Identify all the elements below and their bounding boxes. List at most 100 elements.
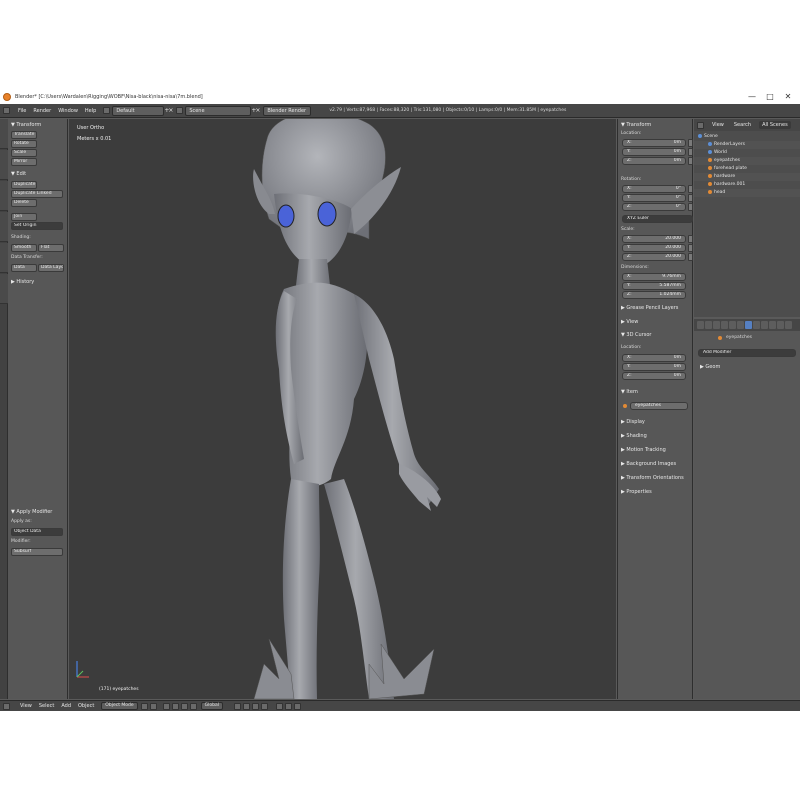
history-panel-title[interactable]: ▶ History bbox=[11, 279, 34, 285]
smooth-button[interactable]: Smooth bbox=[11, 244, 37, 252]
dimensions-y-field[interactable]: Y: 5.587mm bbox=[622, 282, 686, 290]
rotation-y-lock-icon[interactable] bbox=[688, 194, 693, 202]
scale-manipulator-icon[interactable] bbox=[189, 702, 197, 710]
rotate-manipulator-icon[interactable] bbox=[180, 702, 188, 710]
location-z-lock-icon[interactable] bbox=[688, 157, 693, 165]
tab-grease-pencil[interactable] bbox=[0, 274, 8, 304]
menu-add[interactable]: Add bbox=[61, 703, 71, 709]
proportional-edit-icon[interactable] bbox=[276, 702, 284, 710]
editor-type-icon[interactable] bbox=[3, 107, 10, 114]
scene-select[interactable]: Scene bbox=[185, 105, 252, 116]
rotation-y-field[interactable]: Y: 0° bbox=[622, 194, 686, 202]
render-engine-select[interactable]: Blender Render bbox=[263, 105, 312, 116]
3d-viewport[interactable]: User Ortho Meters x 0.01 (171) eyepatche… bbox=[69, 119, 616, 699]
tab-tools[interactable] bbox=[0, 119, 8, 149]
location-y-field[interactable]: Y: 0m bbox=[622, 148, 686, 156]
location-x-lock-icon[interactable] bbox=[688, 139, 693, 147]
scene-tab-icon[interactable] bbox=[713, 321, 720, 329]
layer-button-1-icon[interactable] bbox=[234, 702, 242, 710]
item-name-field[interactable]: eyepatches bbox=[630, 402, 688, 410]
layer-button-3-icon[interactable] bbox=[252, 702, 260, 710]
rotation-mode-select[interactable]: XYZ Euler bbox=[622, 215, 693, 223]
screen-layout-select[interactable]: Default bbox=[112, 105, 165, 116]
item-panel-title[interactable]: ▼ Item bbox=[621, 389, 638, 395]
rotate-button[interactable]: Rotate bbox=[11, 140, 37, 148]
layer-button-4-icon[interactable] bbox=[261, 702, 269, 710]
dimensions-x-field[interactable]: X: 9.76mm bbox=[622, 273, 686, 281]
menu-window[interactable]: Window bbox=[58, 108, 78, 114]
outliner-filter-select[interactable]: All Scenes bbox=[759, 121, 791, 129]
physics-tab-icon[interactable] bbox=[785, 321, 792, 329]
modifiers-tab-icon[interactable] bbox=[745, 321, 752, 329]
snap-icon[interactable] bbox=[285, 702, 293, 710]
mirror-button[interactable]: Mirror bbox=[11, 158, 37, 166]
viewport-type-icon[interactable] bbox=[3, 702, 10, 710]
outliner-row-renderlayers[interactable]: RenderLayers bbox=[694, 141, 800, 149]
scale-x-field[interactable]: X: 20.000 bbox=[622, 235, 686, 243]
menu-file[interactable]: File bbox=[18, 108, 26, 114]
location-y-lock-icon[interactable] bbox=[688, 148, 693, 156]
pivot-icon[interactable] bbox=[149, 702, 157, 710]
rotation-z-lock-icon[interactable] bbox=[688, 203, 693, 211]
data-layout-button[interactable]: Data Layo bbox=[38, 264, 64, 272]
view-panel-title[interactable]: ▶ View bbox=[621, 319, 638, 325]
outliner-row-hardware[interactable]: hardware bbox=[694, 173, 800, 181]
render-preview-icon[interactable] bbox=[294, 702, 302, 710]
layer-button-2-icon[interactable] bbox=[243, 702, 251, 710]
world-tab-icon[interactable] bbox=[721, 321, 728, 329]
flat-button[interactable]: Flat bbox=[38, 244, 64, 252]
cursor-z-field[interactable]: Z: 0m bbox=[622, 372, 686, 380]
grease-pencil-title[interactable]: ▶ Grease Pencil Layers bbox=[621, 305, 678, 311]
particles-tab-icon[interactable] bbox=[777, 321, 784, 329]
motion-tracking-title[interactable]: ▶ Motion Tracking bbox=[621, 447, 666, 453]
outliner-view-menu[interactable]: View bbox=[712, 122, 724, 128]
menu-object[interactable]: Object bbox=[78, 703, 94, 709]
apply-as-select[interactable]: Object Data bbox=[11, 528, 63, 536]
outliner-search-menu[interactable]: Search bbox=[734, 122, 751, 128]
tab-relations[interactable] bbox=[0, 181, 8, 211]
tab-physics[interactable] bbox=[0, 243, 8, 273]
outliner-row-hardware-001[interactable]: hardware.001 bbox=[694, 181, 800, 189]
outliner-type-icon[interactable] bbox=[697, 121, 704, 129]
scale-x-lock-icon[interactable] bbox=[688, 235, 693, 243]
edit-panel-title[interactable]: ▼ Edit bbox=[11, 171, 26, 177]
properties-panel-title[interactable]: ▶ Properties bbox=[621, 489, 652, 495]
apply-modifier-title[interactable]: ▼ Apply Modifier bbox=[11, 509, 52, 515]
menu-view[interactable]: View bbox=[20, 703, 32, 709]
outliner-row-forehead-plate[interactable]: forehead plate bbox=[694, 165, 800, 173]
outliner-row-head[interactable]: head bbox=[694, 189, 800, 197]
tab-animation[interactable] bbox=[0, 212, 8, 242]
shading-panel-title[interactable]: ▶ Shading bbox=[621, 433, 647, 439]
outliner-row-scene[interactable]: Scene bbox=[694, 133, 800, 141]
menu-render[interactable]: Render bbox=[33, 108, 51, 114]
3d-cursor-title[interactable]: ▼ 3D Cursor bbox=[621, 332, 652, 338]
render-tab-icon[interactable] bbox=[697, 321, 704, 329]
join-button[interactable]: Join bbox=[11, 213, 37, 221]
tab-create[interactable] bbox=[0, 150, 8, 180]
maximize-button[interactable]: □ bbox=[762, 90, 778, 103]
menu-help[interactable]: Help bbox=[85, 108, 96, 114]
display-panel-title[interactable]: ▶ Display bbox=[621, 419, 645, 425]
background-images-title[interactable]: ▶ Background Images bbox=[621, 461, 676, 467]
character-model[interactable] bbox=[69, 119, 616, 699]
dimensions-z-field[interactable]: Z: 1.024mm bbox=[622, 291, 686, 299]
rotation-x-field[interactable]: X: 0° bbox=[622, 185, 686, 193]
texture-tab-icon[interactable] bbox=[769, 321, 776, 329]
translate-manipulator-icon[interactable] bbox=[171, 702, 179, 710]
mode-select[interactable]: Object Mode bbox=[101, 702, 138, 710]
data-button[interactable]: Data bbox=[11, 264, 37, 272]
close-button[interactable]: ✕ bbox=[780, 90, 796, 103]
constraints-tab-icon[interactable] bbox=[737, 321, 744, 329]
rotation-z-field[interactable]: Z: 0° bbox=[622, 203, 686, 211]
cursor-x-field[interactable]: X: 0m bbox=[622, 354, 686, 362]
geom-panel-title[interactable]: ▶ Geom bbox=[700, 364, 720, 370]
add-modifier-select[interactable]: Add Modifier bbox=[698, 349, 796, 357]
set-origin-button[interactable]: Set Origin bbox=[11, 222, 63, 230]
remove-layout-button[interactable]: × bbox=[168, 106, 173, 116]
menu-select[interactable]: Select bbox=[39, 703, 54, 709]
translate-button[interactable]: Translate bbox=[11, 131, 37, 139]
scale-button[interactable]: Scale bbox=[11, 149, 37, 157]
outliner-row-world[interactable]: World bbox=[694, 149, 800, 157]
location-x-field[interactable]: X: 0m bbox=[622, 139, 686, 147]
cursor-y-field[interactable]: Y: 0m bbox=[622, 363, 686, 371]
